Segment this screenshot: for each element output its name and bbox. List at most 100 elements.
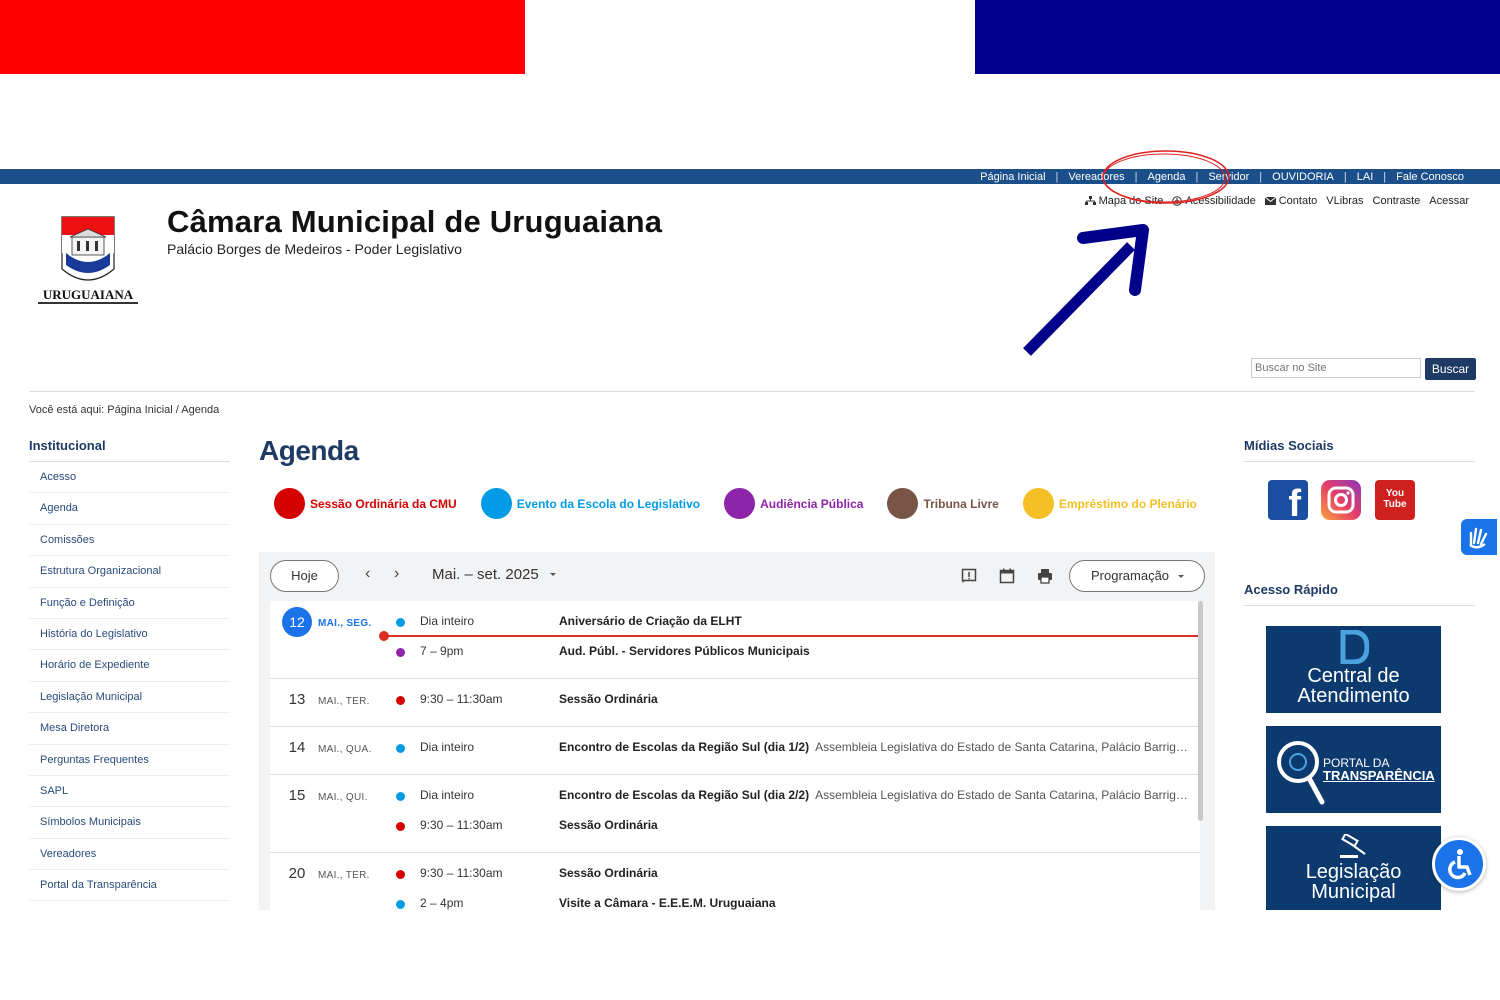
portal-transparencia-banner[interactable]: PORTAL DA TRANSPARÊNCIA — [1266, 726, 1441, 813]
accessibility-widget-button[interactable] — [1432, 837, 1486, 891]
caret-down-icon — [549, 573, 556, 577]
search-form: Buscar — [1251, 358, 1476, 380]
event-list-scrollbar[interactable] — [1198, 601, 1203, 821]
youtube-icon[interactable]: You Tube — [1375, 480, 1415, 520]
topnav-item[interactable]: Página Inicial — [970, 171, 1055, 183]
vlibras-widget-button[interactable] — [1461, 519, 1497, 555]
vlibras-link[interactable]: VLibras — [1326, 195, 1363, 207]
sidebar-item[interactable]: Portal da Transparência — [29, 870, 230, 902]
day-name: MAI., QUI. — [318, 792, 368, 803]
legend-color-dot — [480, 488, 512, 519]
event-title: Visite a Câmara - E.E.E.M. Uruguaiana — [559, 896, 776, 910]
legislacao-municipal-banner[interactable]: Legislação Municipal — [1266, 826, 1441, 910]
sidebar-item[interactable]: SAPL — [29, 776, 230, 808]
contact-link[interactable]: Contato — [1264, 195, 1317, 207]
legend-label: Empréstimo do Plenário — [1058, 496, 1197, 511]
sidebar-item[interactable]: Acesso — [29, 462, 230, 494]
event-row[interactable]: 9:30 – 11:30am Sessão Ordinária — [394, 865, 1194, 885]
event-title-text: Sessão Ordinária — [559, 866, 658, 880]
view-mode-label: Programação — [1091, 568, 1170, 583]
sidebar-item[interactable]: Símbolos Municipais — [29, 807, 230, 839]
page-title: Agenda — [259, 435, 359, 466]
sidebar-title: Institucional — [29, 438, 230, 462]
event-row[interactable]: 9:30 – 11:30am Sessão Ordinária — [394, 817, 1194, 837]
sign-language-hands-icon — [1469, 527, 1488, 549]
search-button[interactable]: Buscar — [1425, 358, 1476, 380]
instagram-icon[interactable] — [1321, 480, 1361, 520]
sidebar-item[interactable]: Agenda — [29, 493, 230, 525]
previous-arrow-icon[interactable]: ‹ — [365, 565, 370, 583]
day-name: MAI., QUA. — [318, 744, 372, 755]
event-title: Encontro de Escolas da Região Sul (dia 1… — [559, 740, 1188, 754]
sidebar-item[interactable]: Comissões — [29, 525, 230, 557]
sidebar-item[interactable]: Estrutura Organizacional — [29, 556, 230, 588]
today-button[interactable]: Hoje — [270, 560, 339, 592]
event-color-dot — [396, 792, 405, 801]
annotation-ellipse — [1102, 150, 1230, 204]
sidebar-item[interactable]: Função e Definição — [29, 588, 230, 619]
legend-color-dot — [724, 488, 756, 519]
event-color-dot — [396, 696, 405, 705]
event-row[interactable]: 7 – 9pm Aud. Públ. - Servidores Públicos … — [394, 643, 1194, 663]
event-title-text: Sessão Ordinária — [559, 692, 658, 706]
day-number[interactable]: 20 — [282, 859, 312, 889]
sidebar-item[interactable]: Perguntas Frequentes — [29, 745, 230, 776]
feedback-icon[interactable] — [961, 568, 977, 584]
current-time-line — [383, 635, 1200, 637]
print-icon[interactable] — [1037, 568, 1053, 584]
topnav-item[interactable]: LAI — [1347, 171, 1384, 183]
site-subtitle: Palácio Borges de Medeiros - Poder Legis… — [167, 241, 462, 257]
date-range-label: Mai. – set. 2025 — [432, 566, 539, 583]
day-number[interactable]: 12 — [282, 607, 312, 637]
sidebar-item[interactable]: História do Legislativo — [29, 619, 230, 651]
event-color-dot — [396, 618, 405, 627]
event-title: Aniversário de Criação da ELHT — [559, 614, 742, 628]
view-mode-dropdown[interactable]: Programação — [1069, 560, 1205, 592]
contrast-link[interactable]: Contraste — [1373, 195, 1421, 207]
breadcrumb-prefix: Você está aqui: — [29, 404, 108, 416]
calendar-icon[interactable] — [999, 568, 1015, 584]
site-title[interactable]: Câmara Municipal de Uruguaiana — [167, 204, 662, 240]
day-number[interactable]: 14 — [282, 733, 312, 763]
sidebar-item[interactable]: Vereadores — [29, 839, 230, 871]
sidebar-item[interactable]: Mesa Diretora — [29, 713, 230, 745]
event-title-text: Visite a Câmara - E.E.E.M. Uruguaiana — [559, 896, 776, 910]
camara-logo[interactable]: URUGUAIANA — [36, 213, 140, 309]
event-title: Encontro de Escolas da Região Sul (dia 2… — [559, 788, 1188, 802]
event-time: 9:30 – 11:30am — [420, 818, 503, 832]
topnav-separator: | — [1259, 170, 1263, 183]
event-title-text: Encontro de Escolas da Região Sul (dia 2… — [559, 788, 810, 802]
next-arrow-icon[interactable]: › — [394, 565, 399, 583]
quick-1-line1: Central de — [1307, 665, 1400, 687]
central-atendimento-banner[interactable]: Central de Atendimento — [1266, 626, 1441, 713]
legend-label: Tribuna Livre — [923, 496, 999, 511]
breadcrumb-home[interactable]: Página Inicial — [107, 404, 172, 416]
event-time: 9:30 – 11:30am — [420, 692, 503, 706]
topnav-item[interactable]: Fale Conosco — [1386, 171, 1474, 183]
event-row[interactable]: 9:30 – 11:30am Sessão Ordinária — [394, 691, 1194, 711]
day-number[interactable]: 13 — [282, 685, 312, 715]
date-range-dropdown[interactable]: Mai. – set. 2025 — [432, 566, 558, 583]
event-time: 9:30 – 11:30am — [420, 866, 503, 880]
wheelchair-icon — [1448, 849, 1472, 880]
event-title: Aud. Públ. - Servidores Públicos Municip… — [559, 644, 810, 658]
flag-red-band — [0, 0, 525, 74]
event-row[interactable]: Dia inteiro Aniversário de Criação da ELH… — [394, 613, 1194, 633]
day-number[interactable]: 15 — [282, 781, 312, 811]
sidebar-item[interactable]: Legislação Municipal — [29, 682, 230, 714]
breadcrumb: Você está aqui: Página Inicial / Agenda — [29, 404, 219, 416]
event-row[interactable]: Dia inteiro Encontro de Escolas da Região… — [394, 787, 1194, 807]
event-title: Sessão Ordinária — [559, 818, 658, 832]
facebook-icon[interactable]: f — [1268, 480, 1308, 525]
search-input[interactable] — [1251, 358, 1421, 378]
event-color-dot — [396, 648, 405, 657]
day-name: MAI., SEG. — [318, 618, 372, 629]
day-group: 20 MAI., TER. 9:30 – 11:30am Sessão Ordinár… — [270, 853, 1200, 910]
topnav-item[interactable]: OUVIDORIA — [1262, 171, 1344, 183]
sidebar-item[interactable]: Horário de Expediente — [29, 650, 230, 682]
event-row[interactable]: 2 – 4pm Visite a Câmara - E.E.E.M. Urugua… — [394, 895, 1194, 910]
envelope-icon — [1264, 197, 1276, 205]
event-row[interactable]: Dia inteiro Encontro de Escolas da Região… — [394, 739, 1194, 759]
login-link[interactable]: Acessar — [1429, 195, 1469, 207]
legend-color-dot — [274, 488, 305, 519]
